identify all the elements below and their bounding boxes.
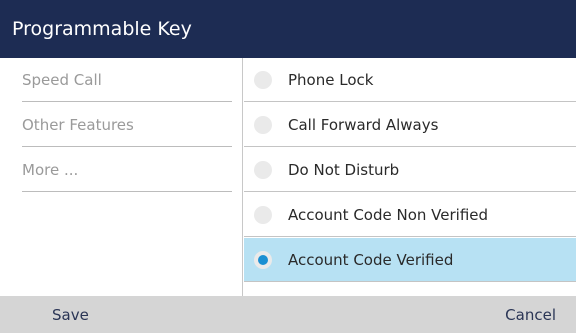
category-menu: Speed Call Other Features More ...	[0, 58, 243, 296]
option-label: Account Code Verified	[288, 250, 454, 269]
option-do-not-disturb[interactable]: Do Not Disturb	[244, 148, 576, 192]
menu-item-speed-call[interactable]: Speed Call	[22, 58, 232, 102]
page-title: Programmable Key	[12, 18, 192, 40]
save-label: Save	[52, 305, 89, 324]
option-call-forward-always[interactable]: Call Forward Always	[244, 103, 576, 147]
option-account-code-verified[interactable]: Account Code Verified	[244, 238, 576, 282]
softkey-bar: Save Cancel	[0, 296, 576, 333]
menu-item-label: Other Features	[22, 115, 134, 134]
menu-item-label: Speed Call	[22, 70, 102, 89]
option-label: Call Forward Always	[288, 115, 439, 134]
option-account-code-non-verified[interactable]: Account Code Non Verified	[244, 193, 576, 237]
option-label: Account Code Non Verified	[288, 205, 489, 224]
radio-button[interactable]	[254, 160, 272, 179]
save-button[interactable]: Save	[52, 296, 89, 333]
radio-button-selected[interactable]	[254, 250, 272, 269]
title-bar: Programmable Key	[0, 0, 576, 58]
feature-option-list: Phone Lock Call Forward Always Do Not Di…	[244, 58, 576, 296]
cancel-label: Cancel	[505, 305, 556, 324]
menu-item-label: More ...	[22, 160, 79, 179]
radio-button[interactable]	[254, 115, 272, 134]
radio-dot-icon	[258, 254, 268, 265]
radio-button[interactable]	[254, 70, 272, 89]
option-label: Phone Lock	[288, 70, 374, 89]
menu-item-more[interactable]: More ...	[22, 148, 232, 192]
option-phone-lock[interactable]: Phone Lock	[244, 58, 576, 102]
menu-item-other-features[interactable]: Other Features	[22, 103, 232, 147]
cancel-button[interactable]: Cancel	[505, 296, 556, 333]
option-label: Do Not Disturb	[288, 160, 400, 179]
radio-button[interactable]	[254, 205, 272, 224]
